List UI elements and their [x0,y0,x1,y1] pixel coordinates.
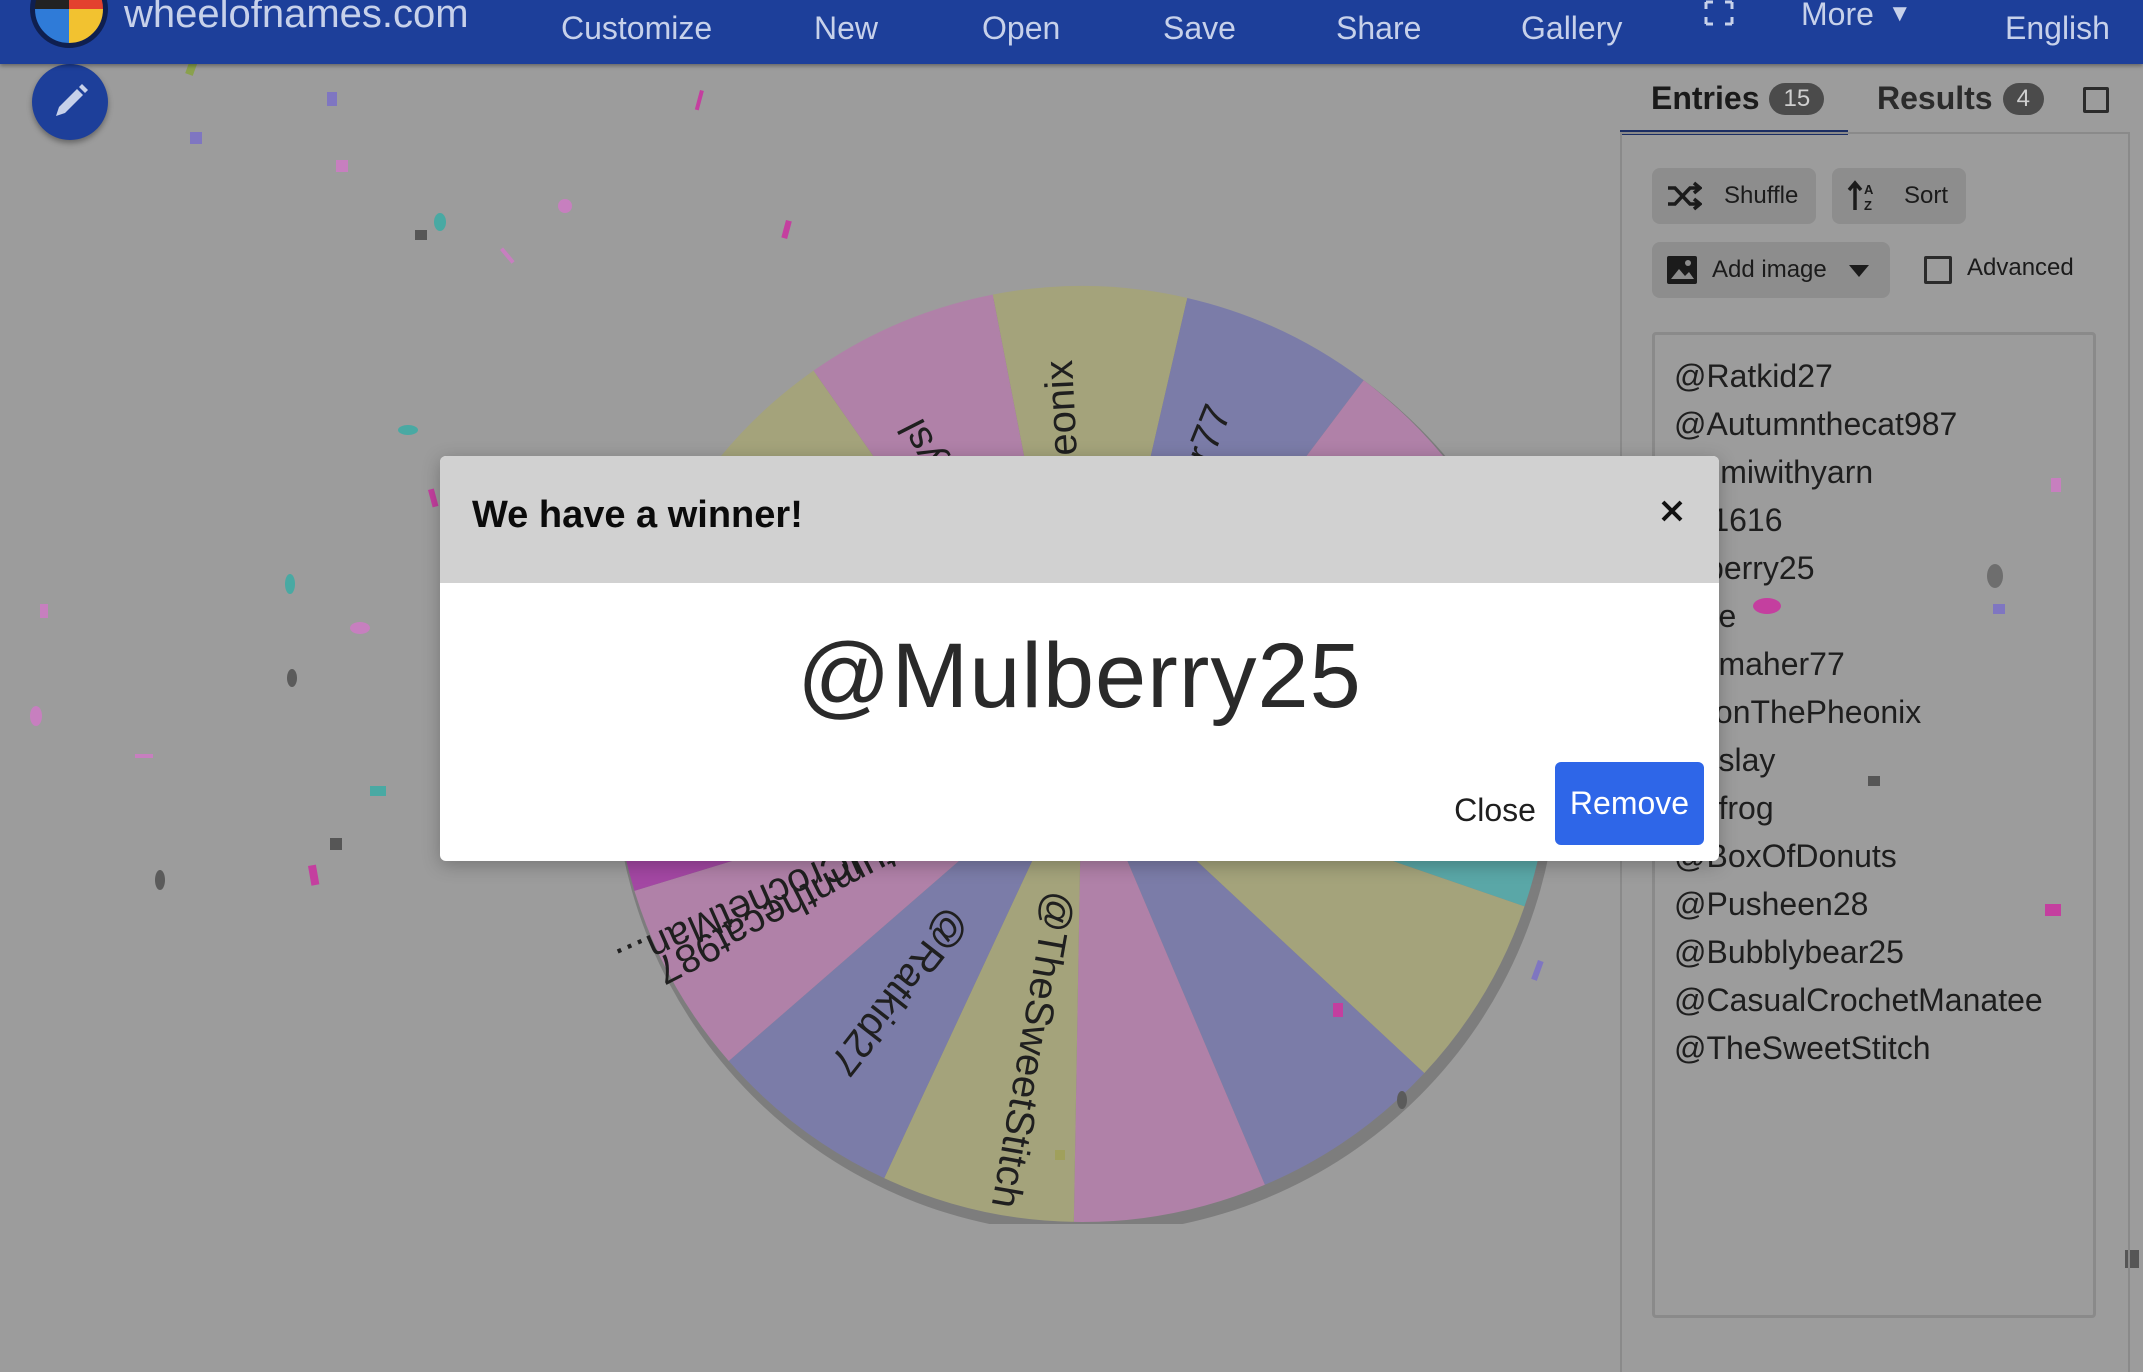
logo-icon[interactable] [30,0,108,48]
fullscreen-icon[interactable] [1704,0,1734,26]
tab-entries-label: Entries [1651,80,1760,116]
chevron-down-icon [1849,265,1869,277]
entry-item: @Autumnthecat987 [1674,406,1958,442]
add-image-button[interactable]: Add image [1652,242,1890,298]
tab-results[interactable]: Results 4 [1877,80,2044,117]
entry-item: @BoxOfDonuts [1674,838,1897,874]
entry-item: @CasualCrochetManatee [1674,982,2043,1018]
nav-gallery[interactable]: Gallery [1521,10,1622,47]
nav-more[interactable]: More ▼ [1801,0,1912,33]
entry-item: 0mmaher77 [1674,646,1845,682]
advanced-label[interactable]: Advanced [1967,254,2074,282]
advanced-checkbox[interactable] [1924,256,1952,284]
entries-count-badge: 15 [1769,83,1825,115]
site-name[interactable]: wheelofnames.com [124,0,469,37]
remove-button[interactable]: Remove [1555,762,1704,845]
nav-language[interactable]: English [2005,10,2110,47]
close-icon[interactable] [1657,496,1687,526]
entry-item: afae [1674,592,2043,640]
sort-icon: A Z [1847,180,1874,212]
chevron-down-icon: ▼ [1887,0,1912,27]
edit-button[interactable] [32,64,108,140]
entry-item: liki1616 [1674,502,1783,538]
top-bar: wheelofnames.com Customize New Open Save… [0,0,2143,64]
pencil-icon [56,84,88,116]
tab-results-label: Results [1877,80,1993,116]
entry-item: alconThePheonix [1674,694,1922,730]
winner-dialog: We have a winner! @Mulberry25 Close Remo… [440,456,1719,861]
add-image-label: Add image [1712,256,1827,283]
entry-item: lulberry25 [1674,550,1815,586]
shuffle-label: Shuffle [1724,182,1799,209]
svg-text:Z: Z [1864,198,1872,212]
shuffle-button[interactable]: Shuffle [1652,168,1816,224]
entry-item: @TheSweetStitch [1674,1030,1931,1066]
shuffle-icon [1668,181,1702,211]
image-icon [1667,256,1697,284]
entry-item: @Ratkid27 [1674,358,1833,394]
entry-item: @Pusheen28 [1674,886,1869,922]
entry-item: rayslay [1674,742,1776,778]
winner-name: @Mulberry25 [797,625,1362,727]
entry-item: uromiwithyarn [1674,454,1874,490]
nav-open[interactable]: Open [982,10,1060,47]
entry-item: @Bubblybear25 [1674,934,1904,970]
nav-customize[interactable]: Customize [561,10,712,47]
svg-text:A: A [1864,182,1874,197]
nav-more-label: More [1801,0,1874,32]
entries-list[interactable]: @Ratkid27 @Autumnthecat987 uromiwithyarn li… [1674,352,2043,1072]
results-count-badge: 4 [2002,83,2044,115]
dialog-header: We have a winner! [440,456,1719,583]
hide-panel-checkbox[interactable] [2083,87,2109,113]
sort-button[interactable]: A Z Sort [1832,168,1966,224]
dialog-title: We have a winner! [472,494,803,536]
nav-new[interactable]: New [814,10,878,47]
nav-save[interactable]: Save [1163,10,1236,47]
nav-share[interactable]: Share [1336,10,1421,47]
sort-label: Sort [1904,182,1949,209]
tab-entries[interactable]: Entries 15 [1651,80,1825,117]
entry-item: othfrog [1674,790,1774,826]
close-button[interactable]: Close [1415,775,1575,845]
